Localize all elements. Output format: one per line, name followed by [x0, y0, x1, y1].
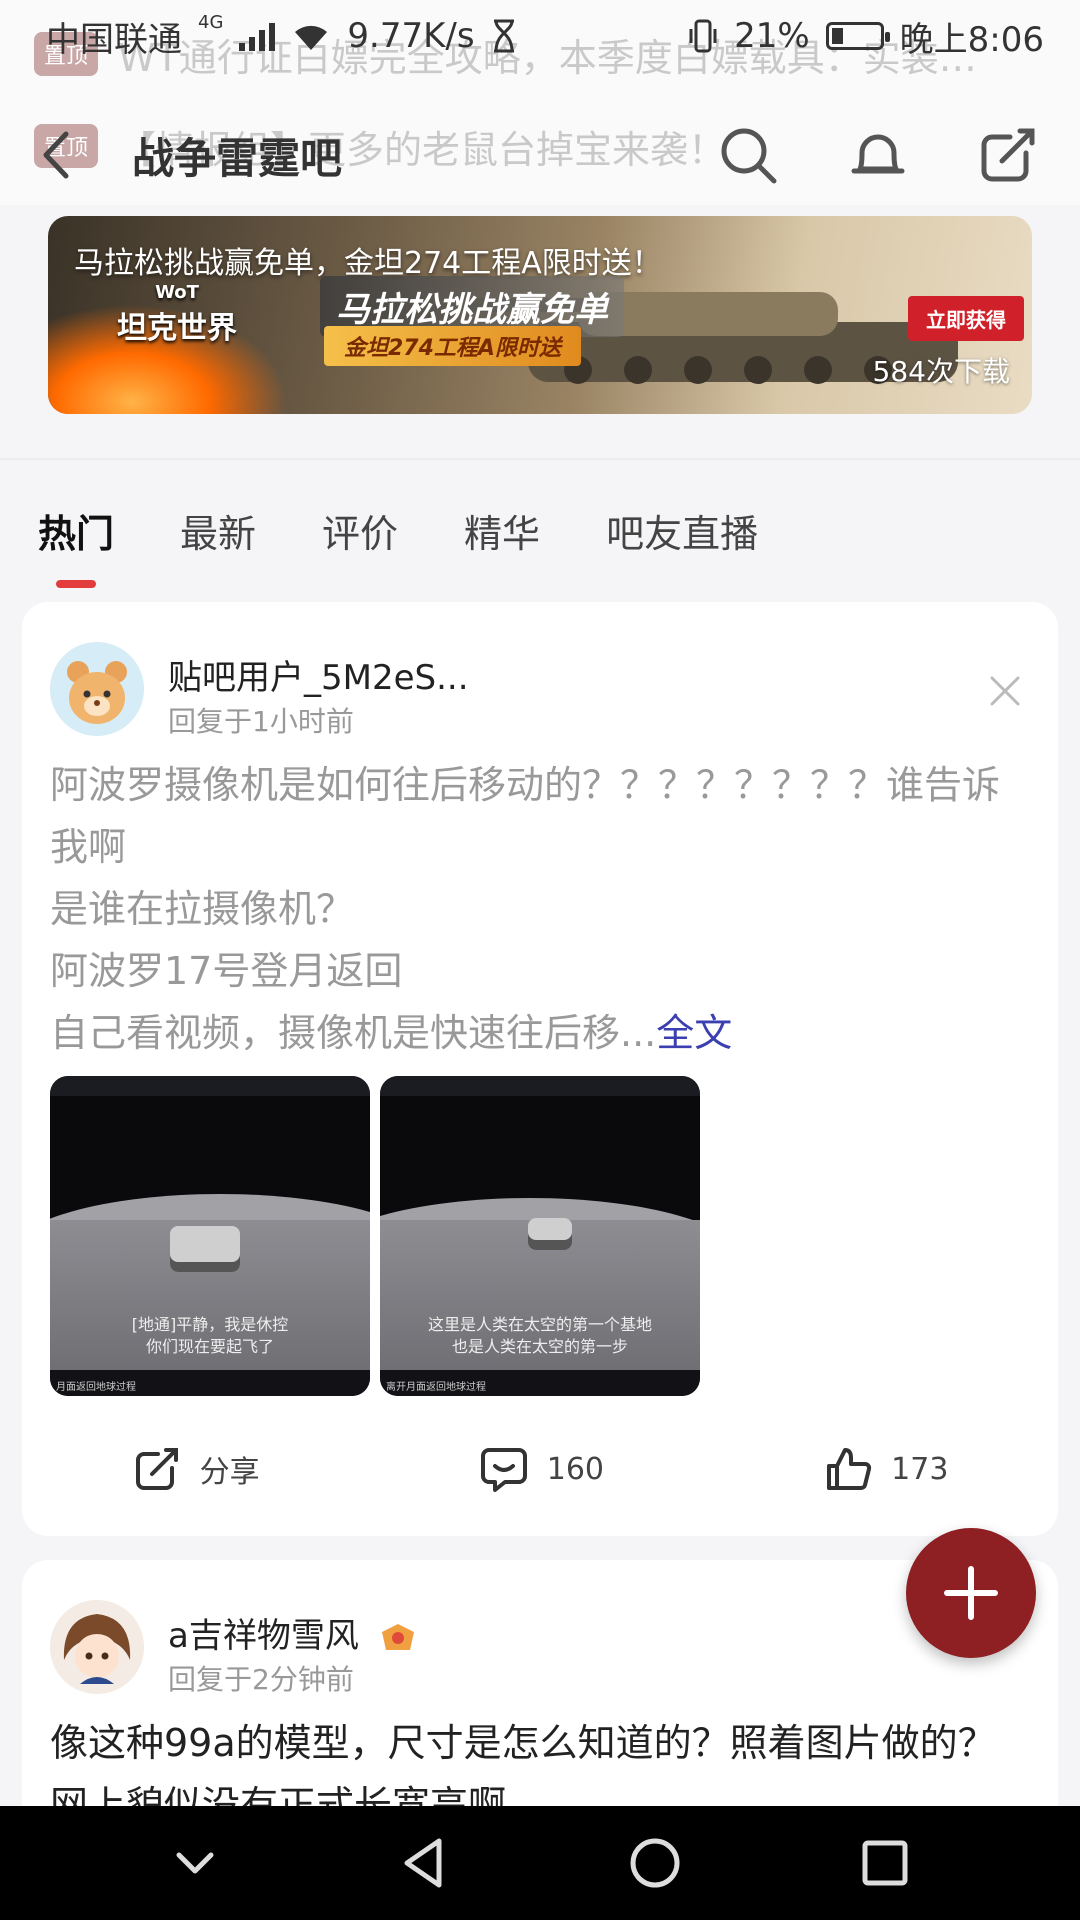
read-more-link[interactable]: 全文 [656, 1011, 732, 1055]
image-caption: 这里是人类在太空的第一个基地 也是人类在太空的第一步 [427, 1315, 652, 1356]
hourglass-icon [493, 19, 514, 53]
game-logo: WoT 坦克世界 [117, 282, 237, 346]
like-button[interactable]: 173 [823, 1444, 948, 1494]
plus-icon [944, 1566, 998, 1620]
download-count: 584次下载 [872, 355, 1010, 388]
post-images: [地通]平静，我是休控 你们现在要起飞了 月面返回地球过程 这里是人类在太空的第… [50, 1076, 700, 1396]
back-button[interactable] [40, 125, 90, 185]
thumbs-up-icon [827, 1448, 872, 1490]
lunar-module-graphic [528, 1218, 572, 1250]
tab-latest[interactable]: 最新 [180, 503, 256, 558]
post-image[interactable]: [地通]平静，我是休控 你们现在要起飞了 月面返回地球过程 [50, 1076, 370, 1396]
signal-icon [239, 21, 276, 51]
tab-live[interactable]: 吧友直播 [606, 503, 758, 558]
battery-percent: 21% [734, 16, 810, 56]
carrier-label: 中国联通 [46, 19, 182, 60]
feed-tabs: 热门 最新 评价 精华 吧友直播 [0, 460, 1080, 600]
share-icon[interactable] [976, 123, 1040, 187]
post-time: 回复于1小时前 [168, 705, 354, 738]
post-time: 回复于2分钟前 [168, 1663, 354, 1696]
promo-banner[interactable]: 马拉松挑战赢免单，金坦274工程A限时送！ WoT 坦克世界 马拉松挑战赢免单 金… [48, 216, 1032, 414]
comment-count: 160 [546, 1451, 604, 1487]
comment-button[interactable]: 160 [479, 1444, 604, 1494]
fan-badge-icon [381, 1623, 414, 1650]
post-image[interactable]: 这里是人类在太空的第一个基地 也是人类在太空的第一步 离开月面返回地球过程 [380, 1076, 700, 1396]
new-post-button[interactable] [906, 1528, 1036, 1658]
back-arrow-icon [43, 131, 69, 179]
anime-avatar-icon [50, 1600, 144, 1694]
bear-avatar-icon [50, 642, 144, 736]
back-triangle-icon[interactable] [395, 1833, 455, 1893]
share-icon [135, 1448, 178, 1490]
tab-featured[interactable]: 精华 [464, 503, 540, 558]
search-icon[interactable] [716, 123, 780, 187]
recents-square-icon[interactable] [855, 1833, 915, 1893]
forum-title: 战争雷霆吧 [132, 133, 343, 183]
tab-reviews[interactable]: 评价 [322, 503, 398, 558]
network-speed: 9.77K/s [347, 16, 475, 56]
bell-icon[interactable] [846, 123, 910, 187]
like-count: 173 [891, 1451, 949, 1487]
network-type: 4G [198, 11, 224, 33]
collapse-chevron-icon[interactable] [165, 1833, 225, 1893]
post-actions: 分享 160 173 [22, 1432, 1058, 1506]
home-circle-icon[interactable] [625, 1833, 685, 1893]
post-content[interactable]: 阿波罗摄像机是如何往后移动的？？？？？？？？谁告诉我啊 是谁在拉摄像机？ 阿波罗… [50, 754, 1030, 1064]
vibrate-icon [689, 19, 717, 53]
lunar-module-graphic [170, 1226, 240, 1272]
wifi-icon [295, 25, 328, 50]
battery-icon [825, 22, 890, 50]
share-label: 分享 [199, 1455, 260, 1490]
comment-icon [480, 1448, 527, 1492]
tab-hot[interactable]: 热门 [38, 503, 114, 588]
close-icon[interactable] [988, 674, 1022, 708]
post-card[interactable]: 贴吧用户_5M2eS... 回复于1小时前 阿波罗摄像机是如何往后移动的？？？？… [22, 602, 1058, 1536]
avatar[interactable] [50, 1600, 144, 1694]
clock: 晚上8:06 [899, 19, 1044, 60]
banner-promo-subtitle: 金坦274工程A限时送 [324, 326, 581, 366]
get-now-button[interactable]: 立即获得 [908, 296, 1024, 341]
image-footer: 月面返回地球过程 [50, 1370, 370, 1396]
status-bar: 中国联通 4G 9.77K/s 21% 晚上8:06 [0, 0, 1080, 72]
system-nav-bar [0, 1806, 1080, 1920]
post-author[interactable]: a吉祥物雪风 [168, 1608, 418, 1657]
avatar[interactable] [50, 642, 144, 736]
post-author[interactable]: 贴吧用户_5M2eS... [168, 650, 469, 699]
image-footer: 离开月面返回地球过程 [380, 1370, 700, 1396]
image-caption: [地通]平静，我是休控 你们现在要起飞了 [131, 1315, 289, 1356]
share-button[interactable]: 分享 [132, 1444, 260, 1494]
app-header: 战争雷霆吧 [0, 100, 1080, 210]
